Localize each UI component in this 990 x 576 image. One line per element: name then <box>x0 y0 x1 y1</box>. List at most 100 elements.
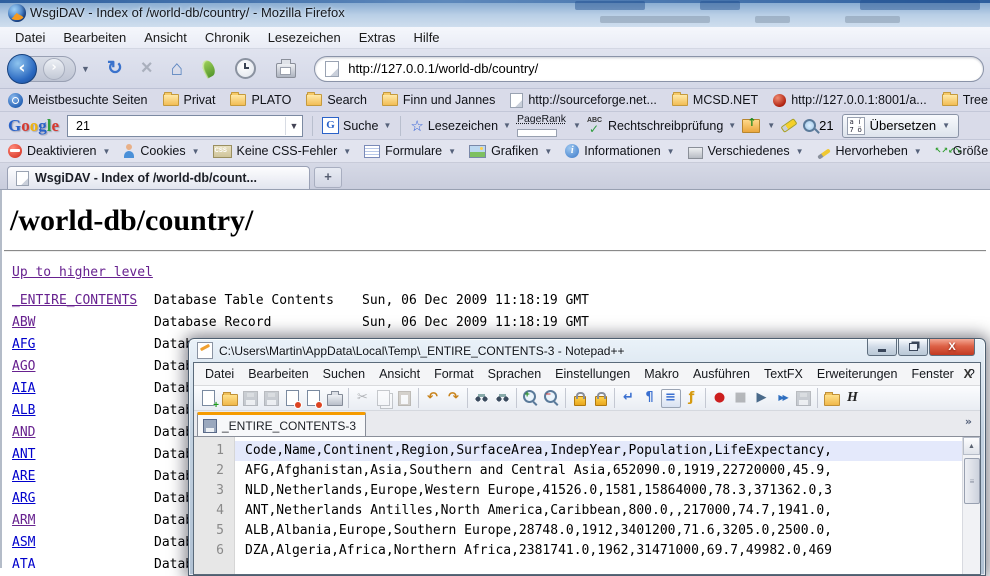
bookmark-tree-samples[interactable]: Tree Samples <box>942 93 990 107</box>
entry-link[interactable]: AFG <box>12 337 35 352</box>
webdev-groesse[interactable]: ↖↗↙↘Größe▼ <box>935 144 990 158</box>
chevron-down-icon[interactable]: ▼ <box>448 147 456 156</box>
line-text[interactable]: ANT,Netherlands Antilles,North America,C… <box>235 501 963 521</box>
send-to-icon[interactable] <box>742 119 760 133</box>
webdev-verschiedenes[interactable]: Verschiedenes▼ <box>688 144 804 159</box>
new-file-icon[interactable] <box>198 388 219 408</box>
zoom-indicator[interactable]: 21 <box>803 118 833 133</box>
tab-wsgidav[interactable]: WsgiDAV - Index of /world-db/count... <box>7 166 310 189</box>
google-search-box[interactable]: ▼ <box>67 115 303 137</box>
google-suche-button[interactable]: G Suche ▼ <box>322 117 391 134</box>
cut-icon[interactable]: ✂ <box>348 388 373 408</box>
chevron-down-icon[interactable]: ▼ <box>796 147 804 156</box>
scroll-up-arrow[interactable]: ▲ <box>963 437 980 455</box>
menu-bearbeiten[interactable]: Bearbeiten <box>54 28 135 47</box>
toolbar-overflow-icon[interactable]: » <box>965 415 972 428</box>
home-button[interactable]: ⌂ <box>171 57 184 81</box>
leaf-extension-icon[interactable] <box>200 58 218 78</box>
menu-extras[interactable]: Extras <box>350 28 405 47</box>
menu-ansicht[interactable]: Ansicht <box>135 28 196 47</box>
np-menu-makro[interactable]: Makro <box>637 365 686 383</box>
highlighter-icon[interactable] <box>781 118 798 133</box>
chevron-down-icon[interactable]: ▼ <box>383 121 391 130</box>
html-h-icon[interactable]: H <box>842 388 863 408</box>
notepad-titlebar[interactable]: C:\Users\Martin\AppData\Local\Temp\_ENTI… <box>193 339 981 362</box>
forward-button[interactable]: › <box>43 58 65 80</box>
webdev-formulare[interactable]: Formulare▼ <box>364 144 456 158</box>
up-to-higher-level-link[interactable]: Up to higher level <box>12 265 153 280</box>
spellcheck-button[interactable]: ABC✓ Rechtschreibprüfung ▼ <box>587 118 736 133</box>
editor-scrollbar[interactable]: ▲ ≡ <box>962 437 980 574</box>
zoom-in-icon[interactable] <box>516 388 541 408</box>
back-button[interactable]: ‹ <box>7 54 37 84</box>
show-all-chars-icon[interactable]: ¶ <box>639 388 660 408</box>
paste-icon[interactable] <box>394 388 415 408</box>
menu-chronik[interactable]: Chronik <box>196 28 259 47</box>
bookmark-meistbesuchte-seiten[interactable]: Meistbesuchte Seiten <box>8 93 148 108</box>
entry-link[interactable]: AND <box>12 425 35 440</box>
stop-button[interactable]: × <box>141 57 153 80</box>
function-completion-icon[interactable]: ƒ <box>681 388 702 408</box>
entry-link[interactable]: ATA <box>12 557 35 568</box>
replace-icon[interactable] <box>492 388 513 408</box>
entry-link[interactable]: ARG <box>12 491 35 506</box>
bookmark-finn-und-jannes[interactable]: Finn und Jannes <box>382 93 495 107</box>
url-bar[interactable] <box>314 56 984 82</box>
line-text[interactable]: ALB,Albania,Europe,Southern Europe,28748… <box>235 521 963 541</box>
notepad-tab-entire-contents[interactable]: _ENTIRE_CONTENTS-3 <box>197 412 366 436</box>
macro-run-multiple-icon[interactable]: ▶▶ <box>772 388 793 408</box>
bookmark-search[interactable]: Search <box>306 93 367 107</box>
restore-button[interactable] <box>898 339 928 356</box>
close-file-icon[interactable] <box>282 388 303 408</box>
webdev-deaktivieren[interactable]: Deaktivieren▼ <box>8 144 110 158</box>
chevron-down-icon[interactable]: ▼ <box>942 121 950 130</box>
editor-area[interactable]: 1 Code,Name,Continent,Region,SurfaceArea… <box>194 437 980 574</box>
menu-datei[interactable]: Datei <box>6 28 54 47</box>
chevron-down-icon[interactable]: ▼ <box>503 121 511 130</box>
entry-link[interactable]: ANT <box>12 447 35 462</box>
np-menu-einstellungen[interactable]: Einstellungen <box>548 365 637 383</box>
webdev-informationen[interactable]: iInformationen▼ <box>565 144 674 158</box>
macro-save-icon[interactable] <box>793 388 814 408</box>
save-file-icon[interactable] <box>240 388 261 408</box>
entry-link[interactable]: ALB <box>12 403 35 418</box>
chevron-down-icon[interactable]: ▼ <box>544 147 552 156</box>
entry-link[interactable]: AGO <box>12 359 35 374</box>
webdev-hervorheben[interactable]: Hervorheben▼ <box>817 144 922 158</box>
bookmark-mcsd-net[interactable]: MCSD.NET <box>672 93 758 107</box>
scrollbar-thumb[interactable]: ≡ <box>964 458 980 504</box>
line-text[interactable]: Code,Name,Continent,Region,SurfaceArea,I… <box>235 441 963 461</box>
undo-icon[interactable]: ↶ <box>418 388 443 408</box>
url-input[interactable] <box>346 60 973 77</box>
open-file-icon[interactable] <box>219 388 240 408</box>
redo-icon[interactable]: ↷ <box>443 388 464 408</box>
entry-link[interactable]: ARM <box>12 513 35 528</box>
chevron-down-icon[interactable]: ▼ <box>102 147 110 156</box>
bookmark-privat[interactable]: Privat <box>163 93 216 107</box>
minimize-button[interactable] <box>867 339 897 356</box>
close-document-x[interactable]: X <box>964 367 972 381</box>
webdev-cookies[interactable]: Cookies▼ <box>123 144 199 158</box>
bookmark-sourceforge[interactable]: http://sourceforge.net... <box>510 93 657 108</box>
doc-monitor-icon[interactable] <box>817 388 842 408</box>
np-menu-sprachen[interactable]: Sprachen <box>481 365 549 383</box>
find-icon[interactable] <box>467 388 492 408</box>
np-menu-suchen[interactable]: Suchen <box>316 365 372 383</box>
translate-button[interactable]: aí7ö Übersetzen ▼ <box>842 114 959 138</box>
entry-link[interactable]: ASM <box>12 535 35 550</box>
webdev-grafiken[interactable]: Grafiken▼ <box>469 144 552 158</box>
close-button[interactable]: X <box>929 339 975 356</box>
np-menu-textfx[interactable]: TextFX <box>757 365 810 383</box>
macro-stop-icon[interactable]: ■ <box>730 388 751 408</box>
entry-link[interactable]: _ENTIRE_CONTENTS <box>12 293 137 308</box>
search-dropdown-icon[interactable]: ▼ <box>285 117 302 135</box>
history-dropdown-icon[interactable]: ▼ <box>81 64 90 74</box>
np-menu-bearbeiten[interactable]: Bearbeiten <box>241 365 315 383</box>
menu-lesezeichen[interactable]: Lesezeichen <box>259 28 350 47</box>
line-text[interactable]: NLD,Netherlands,Europe,Western Europe,41… <box>235 481 963 501</box>
google-lesezeichen-button[interactable]: ☆ Lesezeichen ▼ <box>410 117 511 135</box>
print-button[interactable] <box>276 63 296 78</box>
reload-button[interactable]: ↻ <box>107 57 123 80</box>
webdev-css[interactable]: Keine CSS-Fehler▼ <box>213 144 352 158</box>
close-all-icon[interactable] <box>303 388 324 408</box>
